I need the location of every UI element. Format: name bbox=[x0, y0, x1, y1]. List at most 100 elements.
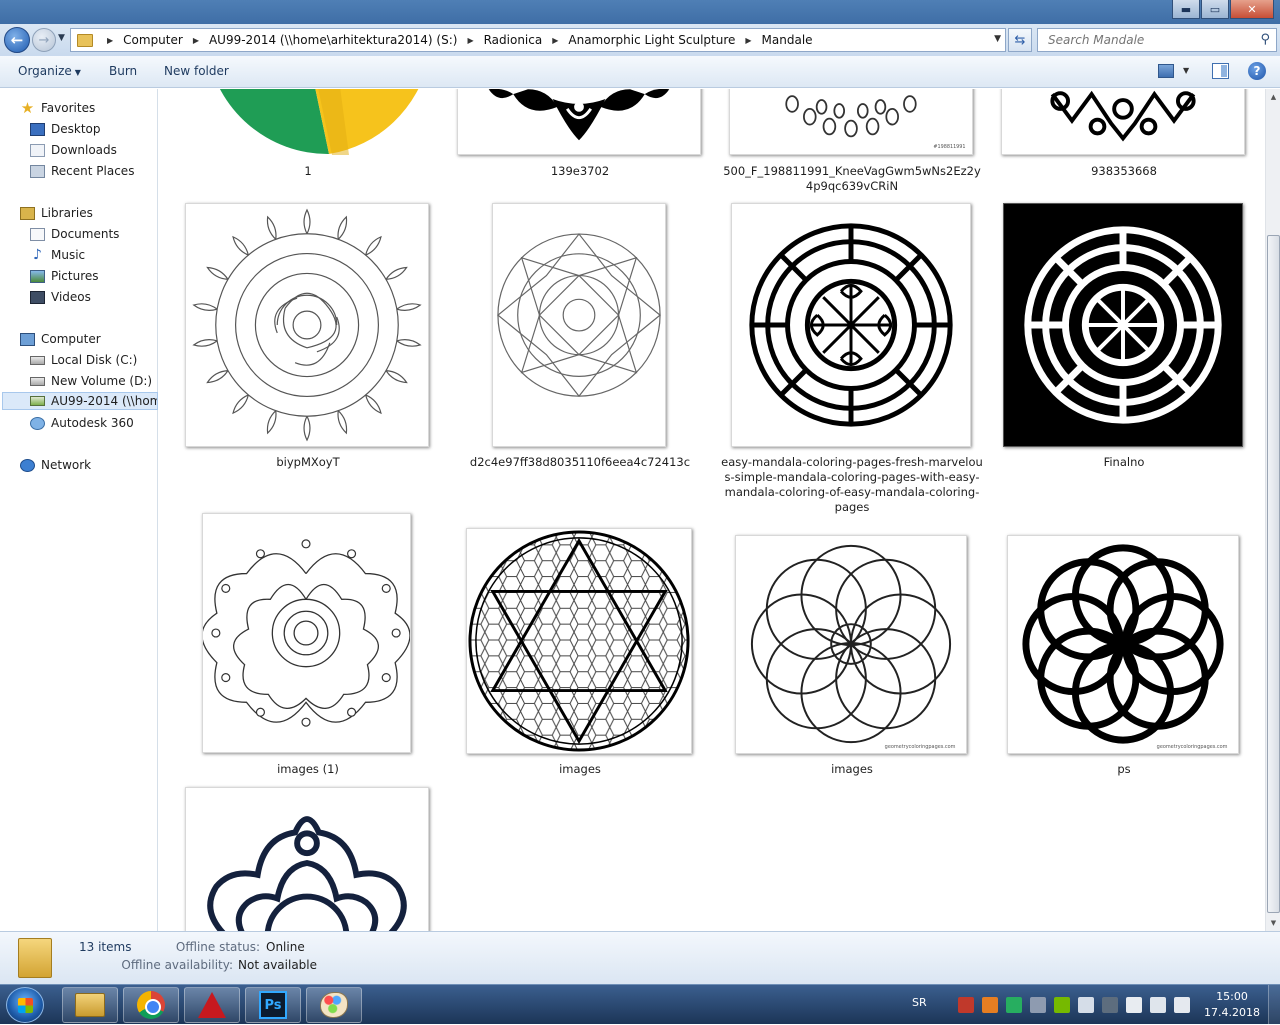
nav-videos[interactable]: Videos bbox=[30, 288, 91, 306]
breadcrumb-radionica[interactable]: Radionica bbox=[484, 33, 543, 47]
file-name[interactable]: 500_F_198811991_KneeVagGwm5wNs2Ez2y4p9qc… bbox=[721, 164, 983, 194]
nav-desktop[interactable]: Desktop bbox=[30, 120, 101, 138]
change-view-icon[interactable] bbox=[1158, 64, 1174, 78]
file-name[interactable]: easy-mandala-coloring-pages-fresh-marvel… bbox=[721, 455, 983, 515]
nav-network[interactable]: Network bbox=[20, 456, 91, 474]
chevron-right-icon[interactable]: ▶ bbox=[193, 36, 199, 45]
close-button[interactable]: ✕ bbox=[1230, 0, 1274, 19]
chevron-right-icon[interactable]: ▶ bbox=[745, 36, 751, 45]
language-indicator[interactable]: SR bbox=[912, 996, 927, 1009]
chevron-right-icon[interactable]: ▶ bbox=[107, 36, 113, 45]
scroll-down-icon[interactable]: ▼ bbox=[1266, 915, 1280, 931]
file-thumbnail[interactable]: geometrycoloringpages.com bbox=[1007, 535, 1239, 754]
taskbar-photoshop[interactable]: Ps bbox=[245, 987, 301, 1023]
sync-tray-icon[interactable] bbox=[1102, 997, 1118, 1013]
address-bar[interactable]: ▶ Computer ▶ AU99-2014 (\\home\arhitektu… bbox=[70, 28, 1006, 52]
burn-button[interactable]: Burn bbox=[109, 64, 137, 78]
file-thumbnail[interactable] bbox=[1003, 203, 1243, 447]
action-center-icon[interactable] bbox=[1126, 997, 1142, 1013]
scrollbar-thumb[interactable] bbox=[1267, 235, 1280, 913]
file-thumbnail[interactable]: #198811991 bbox=[729, 89, 973, 155]
nav-label: New Volume (D:) bbox=[51, 374, 153, 388]
chevron-down-icon[interactable]: ▼ bbox=[1183, 66, 1189, 75]
file-thumbnail[interactable] bbox=[731, 203, 971, 447]
minimize-button[interactable]: ▬ bbox=[1172, 0, 1200, 19]
organize-button[interactable]: Organize ▼ bbox=[18, 64, 81, 78]
show-desktop-button[interactable] bbox=[1268, 985, 1280, 1025]
vertical-scrollbar[interactable]: ▲ ▼ bbox=[1265, 89, 1280, 931]
navigation-pane: ★ Favorites Desktop Downloads Recent Plac… bbox=[0, 89, 158, 931]
network-tray-icon[interactable] bbox=[1150, 997, 1166, 1013]
recent-pages-dropdown[interactable]: ▼ bbox=[58, 33, 65, 43]
nav-network-drive[interactable]: AU99-2014 (\\home bbox=[2, 392, 158, 410]
file-thumbnail[interactable] bbox=[185, 787, 429, 931]
chevron-down-icon[interactable]: ▼ bbox=[994, 34, 1001, 44]
file-thumbnail[interactable] bbox=[466, 528, 692, 754]
nav-local-disk[interactable]: Local Disk (C:) bbox=[30, 351, 137, 369]
file-list: 1 139e3702 #198811991 500_F_198811991_Kn… bbox=[159, 89, 1265, 931]
autodesk-tray-icon[interactable] bbox=[1006, 997, 1022, 1013]
file-thumbnail[interactable] bbox=[492, 203, 666, 447]
file-thumbnail[interactable] bbox=[185, 89, 429, 155]
file-thumbnail[interactable] bbox=[1001, 89, 1245, 155]
nav-pictures[interactable]: Pictures bbox=[30, 267, 99, 285]
file-name[interactable]: images (1) bbox=[177, 762, 439, 777]
nav-computer[interactable]: Computer bbox=[20, 330, 101, 348]
nav-autodesk[interactable]: Autodesk 360 bbox=[30, 414, 134, 432]
breadcrumb-mandale[interactable]: Mandale bbox=[762, 33, 813, 47]
file-thumbnail[interactable] bbox=[202, 513, 411, 753]
file-thumbnail[interactable]: geometrycoloringpages.com bbox=[735, 535, 967, 754]
nav-documents[interactable]: Documents bbox=[30, 225, 119, 243]
nav-downloads[interactable]: Downloads bbox=[30, 141, 117, 159]
start-button[interactable] bbox=[6, 987, 44, 1023]
file-thumbnail[interactable] bbox=[457, 89, 701, 155]
search-icon[interactable]: ⚲ bbox=[1260, 32, 1270, 47]
device-tray-icon[interactable] bbox=[1030, 997, 1046, 1013]
file-name[interactable]: 938353668 bbox=[993, 164, 1255, 179]
nav-libraries[interactable]: Libraries bbox=[20, 204, 93, 222]
search-box[interactable]: ⚲ bbox=[1037, 28, 1277, 52]
taskbar-explorer[interactable] bbox=[62, 987, 118, 1023]
paint-icon bbox=[320, 992, 348, 1018]
app-tray-icon[interactable] bbox=[982, 997, 998, 1013]
breadcrumb-computer[interactable]: Computer bbox=[123, 33, 183, 47]
file-name[interactable]: Finalno bbox=[993, 455, 1255, 470]
chevron-right-icon[interactable]: ▶ bbox=[552, 36, 558, 45]
file-name[interactable]: 1 bbox=[177, 164, 439, 179]
nav-recent-places[interactable]: Recent Places bbox=[30, 162, 134, 180]
back-button[interactable]: ← bbox=[4, 27, 30, 53]
forward-button[interactable]: → bbox=[32, 28, 56, 52]
shield-tray-icon[interactable] bbox=[1078, 997, 1094, 1013]
file-name[interactable]: images bbox=[449, 762, 711, 777]
acrobat-tray-icon[interactable] bbox=[958, 997, 974, 1013]
nvidia-tray-icon[interactable] bbox=[1054, 997, 1070, 1013]
breadcrumb-drive[interactable]: AU99-2014 (\\home\arhitektura2014) (S:) bbox=[209, 33, 457, 47]
organize-label: Organize bbox=[18, 64, 72, 78]
file-name[interactable]: biypMXoyT bbox=[177, 455, 439, 470]
star-icon: ★ bbox=[20, 99, 35, 117]
search-input[interactable] bbox=[1046, 32, 1246, 48]
taskbar-paint[interactable] bbox=[306, 987, 362, 1023]
new-folder-button[interactable]: New folder bbox=[164, 64, 229, 78]
nav-music[interactable]: ♪ Music bbox=[30, 246, 85, 264]
help-icon[interactable]: ? bbox=[1248, 62, 1266, 80]
taskbar-chrome[interactable] bbox=[123, 987, 179, 1023]
refresh-button[interactable]: ⇆ bbox=[1008, 28, 1032, 52]
file-name[interactable]: d2c4e97ff38d8035110f6eea4c72413c bbox=[449, 455, 711, 470]
nav-new-volume[interactable]: New Volume (D:) bbox=[30, 372, 152, 390]
file-name[interactable]: images bbox=[721, 762, 983, 777]
file-name[interactable]: ps bbox=[993, 762, 1255, 777]
clock[interactable]: 15:00 17.4.2018 bbox=[1200, 989, 1264, 1021]
maximize-button[interactable]: ▭ bbox=[1201, 0, 1229, 19]
preview-pane-icon[interactable] bbox=[1212, 63, 1229, 79]
nav-favorites[interactable]: ★ Favorites bbox=[20, 99, 95, 117]
chevron-right-icon[interactable]: ▶ bbox=[467, 36, 473, 45]
thumbnail-image bbox=[1024, 226, 1222, 424]
taskbar-autocad[interactable] bbox=[184, 987, 240, 1023]
file-thumbnail[interactable] bbox=[185, 203, 429, 447]
nav-label: AU99-2014 (\\home bbox=[51, 394, 158, 408]
volume-icon[interactable] bbox=[1174, 997, 1190, 1013]
breadcrumb-anamorphic[interactable]: Anamorphic Light Sculpture bbox=[568, 33, 735, 47]
scroll-up-icon[interactable]: ▲ bbox=[1266, 89, 1280, 105]
file-name[interactable]: 139e3702 bbox=[449, 164, 711, 179]
